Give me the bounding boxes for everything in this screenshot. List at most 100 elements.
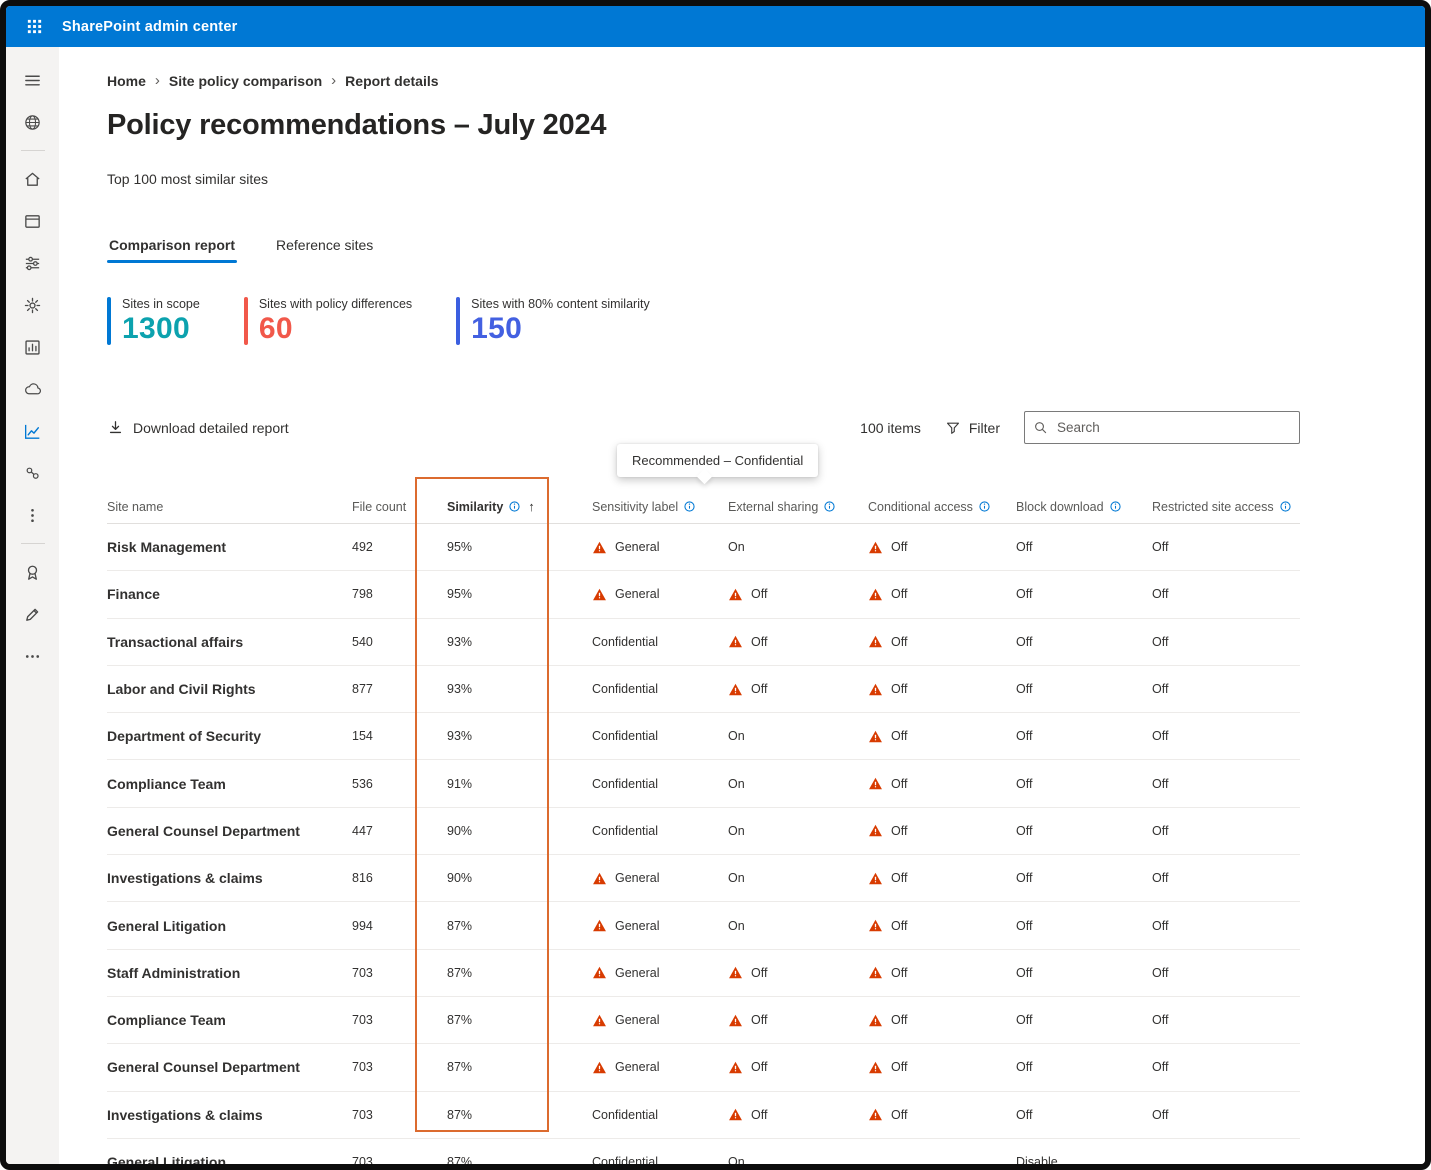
cell-site: General Counsel Department (107, 822, 300, 839)
cell-block_download: Off (1016, 1107, 1033, 1122)
warning-icon (729, 1109, 742, 1121)
app-window: SharePoint admin center Home › Site policy… (0, 0, 1431, 1170)
cell-sensitivity_label: General (592, 540, 728, 555)
cell-sensitivity_label: Confidential (592, 682, 659, 697)
comparison-table: Recommended – Confidential Site name File… (107, 444, 1300, 1164)
cell-block_download: Off (1016, 682, 1033, 697)
sidebar-item-edit[interactable] (6, 593, 59, 635)
column-header-block-download[interactable]: Block download (1016, 500, 1152, 514)
cell-external_sharing: On (728, 729, 745, 744)
warning-icon (593, 541, 606, 553)
breadcrumb-item-site-policy-comparison[interactable]: Site policy comparison (169, 73, 322, 89)
stat-label: Sites with policy differences (258, 297, 413, 311)
cell-site: General Counsel Department (107, 1059, 300, 1076)
info-icon[interactable] (1279, 500, 1292, 513)
table-row[interactable]: Compliance Team 536 91% Confidential On Off Of… (107, 760, 1300, 808)
info-icon[interactable] (1109, 500, 1122, 513)
column-label: Block download (1016, 499, 1104, 514)
column-header-conditional-access[interactable]: Conditional access (868, 500, 1016, 514)
table-row[interactable]: Risk Management 492 95% General On Off Off Off (107, 524, 1300, 572)
cell-similarity: 87% (447, 1013, 473, 1028)
sidebar-item-advanced[interactable] (6, 452, 59, 494)
cell-file_count: 540 (352, 634, 373, 649)
table-body: Risk Management 492 95% General On Off Off Off F… (107, 524, 1300, 1164)
sidebar-item-sites[interactable] (6, 200, 59, 242)
table-row[interactable]: Investigations & claims 703 87% Confidentia… (107, 1092, 1300, 1139)
warning-icon (593, 588, 606, 601)
warning-icon (593, 1014, 606, 1026)
warning-icon (869, 636, 882, 648)
table-row[interactable]: Department of Security 154 93% Confidential… (107, 713, 1300, 761)
page-title: Policy recommendations – July 2024 (107, 109, 607, 141)
table-row[interactable]: Investigations & claims 816 90% General On Of… (107, 855, 1300, 903)
cell-conditional_access: Off (868, 540, 1016, 555)
sidebar-item-more-horizontal[interactable] (6, 635, 59, 677)
table-row[interactable]: Finance 798 95% General Off Off Off Off (107, 571, 1300, 619)
cell-file_count: 703 (352, 1060, 373, 1075)
cell-similarity: 91% (447, 776, 473, 791)
cell-conditional_access: Off (868, 634, 1016, 649)
info-icon[interactable] (683, 500, 696, 513)
cell-site: Compliance Team (107, 775, 226, 792)
column-header-site-name[interactable]: Site name (107, 500, 352, 514)
table-row[interactable]: General Counsel Department 703 87% General O… (107, 1044, 1300, 1092)
column-header-sensitivity-label[interactable]: Sensitivity label (592, 500, 728, 514)
column-header-similarity[interactable]: Similarity ↑ (447, 499, 592, 514)
table-row[interactable]: Staff Administration 703 87% General Off Off O… (107, 950, 1300, 997)
cell-conditional_access: Off (868, 729, 1016, 744)
table-row[interactable]: General Litigation 703 87% Confidential On Di… (107, 1139, 1300, 1164)
main-content: Home › Site policy comparison › Report detai… (59, 47, 1425, 1164)
breadcrumb-separator: › (331, 72, 337, 89)
cell-file_count: 816 (352, 871, 373, 886)
cell-similarity: 87% (447, 1155, 473, 1164)
cell-sensitivity_label: General (592, 965, 728, 980)
sidebar-item-home[interactable] (6, 158, 59, 200)
search-input[interactable] (1055, 419, 1291, 436)
column-header-restricted-site-access[interactable]: Restricted site access (1152, 500, 1300, 514)
table-row[interactable]: Labor and Civil Rights 877 93% Confidential… (107, 666, 1300, 714)
table-row[interactable]: General Litigation 994 87% General On Off Off O… (107, 902, 1300, 950)
table-row[interactable]: Compliance Team 703 87% General Off Off Off Off (107, 997, 1300, 1045)
cell-sensitivity_label: General (592, 1060, 728, 1075)
cell-site: Department of Security (107, 728, 262, 745)
info-icon[interactable] (508, 500, 521, 513)
breadcrumb-item-home[interactable]: Home (107, 73, 146, 89)
app-launcher-button[interactable] (18, 11, 50, 43)
filter-button[interactable]: Filter (945, 420, 1000, 436)
table-row[interactable]: Transactional affairs 540 93% Confidential O… (107, 619, 1300, 666)
column-header-external-sharing[interactable]: External sharing (728, 500, 868, 514)
column-label: Sensitivity label (592, 499, 679, 514)
sidebar-item-settings[interactable] (6, 284, 59, 326)
items-count: 100 items (860, 419, 921, 436)
column-label: Conditional access (868, 499, 973, 514)
warning-icon (869, 1109, 882, 1121)
sidebar-item-migration-cloud[interactable] (6, 368, 59, 410)
page-subtitle: Top 100 most similar sites (107, 171, 269, 187)
cell-restricted_site_access: Off (1152, 587, 1169, 602)
sidebar-item-filters[interactable] (6, 242, 59, 284)
sidebar-item-policies[interactable] (6, 326, 59, 368)
sidebar-item-menu[interactable] (6, 59, 59, 101)
tab-reference-sites[interactable]: Reference sites (274, 237, 375, 263)
cell-external_sharing: Off (728, 1060, 868, 1075)
cell-sensitivity_label: General (592, 587, 728, 602)
sidebar-item-globe[interactable] (6, 101, 59, 143)
column-header-file-count[interactable]: File count (352, 500, 447, 514)
sidebar-item-reports[interactable] (6, 410, 59, 452)
cell-restricted_site_access: Off (1152, 871, 1169, 886)
cell-sensitivity_label: General (592, 871, 728, 886)
sidebar-item-badge[interactable] (6, 551, 59, 593)
info-icon[interactable] (823, 500, 836, 513)
filters-icon (25, 256, 40, 270)
cell-file_count: 703 (352, 965, 373, 980)
cell-block_download: Off (1016, 965, 1033, 980)
download-report-button[interactable]: Download detailed report (107, 419, 289, 436)
tab-comparison-report[interactable]: Comparison report (107, 237, 238, 263)
warning-icon (729, 1061, 742, 1074)
info-icon[interactable] (978, 500, 991, 513)
reports-icon (24, 424, 40, 439)
sidebar-item-more-vertical[interactable] (6, 494, 59, 536)
cell-conditional_access: Off (868, 587, 1016, 602)
breadcrumb-item-report-details[interactable]: Report details (345, 73, 438, 89)
table-row[interactable]: General Counsel Department 447 90% Confiden… (107, 808, 1300, 856)
